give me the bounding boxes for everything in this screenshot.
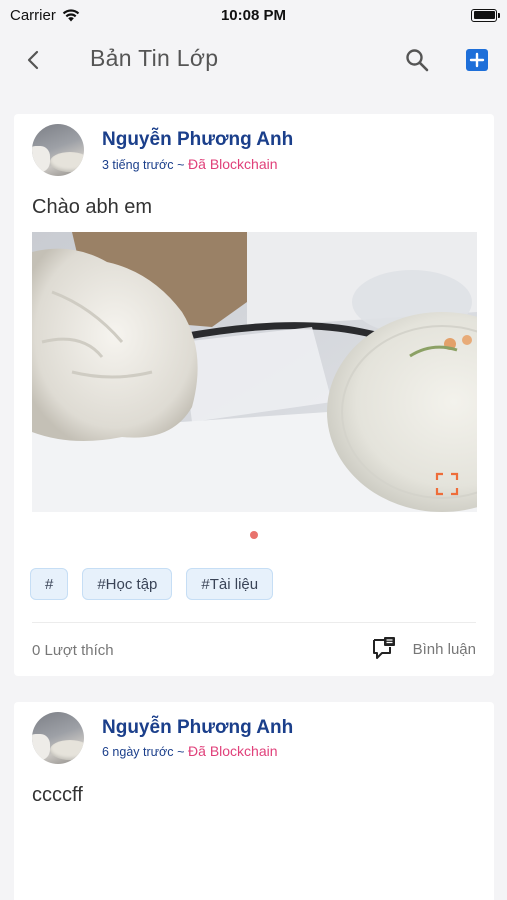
add-post-button[interactable]	[466, 49, 488, 71]
avatar[interactable]	[32, 124, 84, 176]
post-photo[interactable]	[32, 232, 477, 512]
post-text: ccccff	[32, 784, 83, 806]
post-text: Chào abh em	[32, 196, 153, 218]
search-icon[interactable]	[404, 47, 430, 73]
plus-square-icon	[469, 52, 485, 68]
likes-count[interactable]: 0 Lượt thích	[32, 642, 114, 659]
carrier-label: Carrier	[10, 6, 56, 24]
expand-icon[interactable]	[435, 472, 459, 496]
photo-image	[32, 232, 477, 512]
comment-icon	[372, 637, 395, 659]
status-left: Carrier	[10, 7, 80, 24]
post-time: 6 ngày trước	[102, 745, 174, 759]
post-time: 3 tiếng trước	[102, 158, 174, 172]
nav-bar: Bản Tin Lớp	[0, 30, 507, 90]
tag-chip[interactable]: #Tài liệu	[186, 568, 274, 600]
avatar[interactable]	[32, 712, 84, 764]
page-indicator-dot	[250, 531, 258, 539]
wifi-icon	[62, 8, 80, 21]
battery-icon	[471, 8, 500, 22]
meta-separator: ~	[177, 158, 185, 172]
comment-label: Bình luận	[412, 640, 476, 658]
tag-chip[interactable]: #Học tập	[82, 568, 173, 600]
chevron-left-icon[interactable]	[22, 48, 46, 72]
tag-list: # #Học tập #Tài liệu	[30, 568, 274, 600]
post-card: Nguyễn Phương Anh 6 ngày trước ~ Đã Bloc…	[14, 702, 494, 900]
page-title: Bản Tin Lớp	[90, 45, 219, 71]
post-meta: 3 tiếng trước ~ Đã Blockchain	[102, 156, 278, 172]
post-meta: 6 ngày trước ~ Đã Blockchain	[102, 743, 278, 759]
divider	[32, 622, 476, 623]
status-bar: Carrier 10:08 PM	[0, 0, 507, 30]
tag-chip[interactable]: #	[30, 568, 69, 600]
author-name[interactable]: Nguyễn Phương Anh	[102, 129, 293, 151]
author-name[interactable]: Nguyễn Phương Anh	[102, 717, 293, 739]
group-link[interactable]: Đã Blockchain	[188, 743, 278, 759]
comment-button[interactable]: Bình luận	[371, 636, 476, 662]
post-card: Nguyễn Phương Anh 3 tiếng trước ~ Đã Blo…	[14, 114, 494, 676]
group-link[interactable]: Đã Blockchain	[188, 156, 278, 172]
meta-separator: ~	[177, 745, 185, 759]
